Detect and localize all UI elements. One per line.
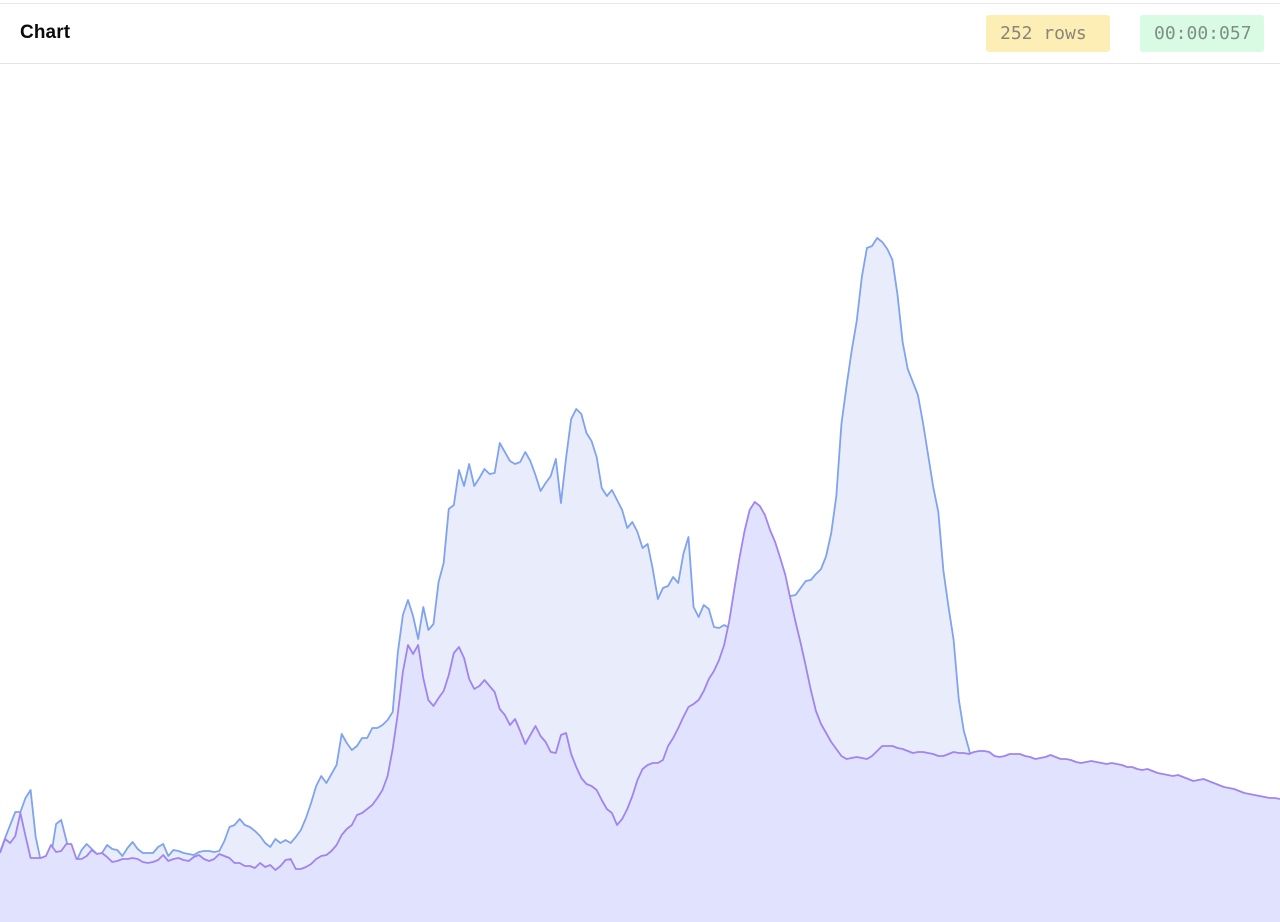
chart-svg — [0, 237, 1280, 922]
query-time-badge: 00:00:057 — [1140, 15, 1264, 52]
page-title: Chart — [20, 22, 71, 43]
area-chart — [0, 65, 1280, 922]
rows-count-badge: 252 rows — [986, 15, 1110, 52]
chart-toolbar: Chart 252 rows 00:00:057 — [0, 4, 1280, 64]
